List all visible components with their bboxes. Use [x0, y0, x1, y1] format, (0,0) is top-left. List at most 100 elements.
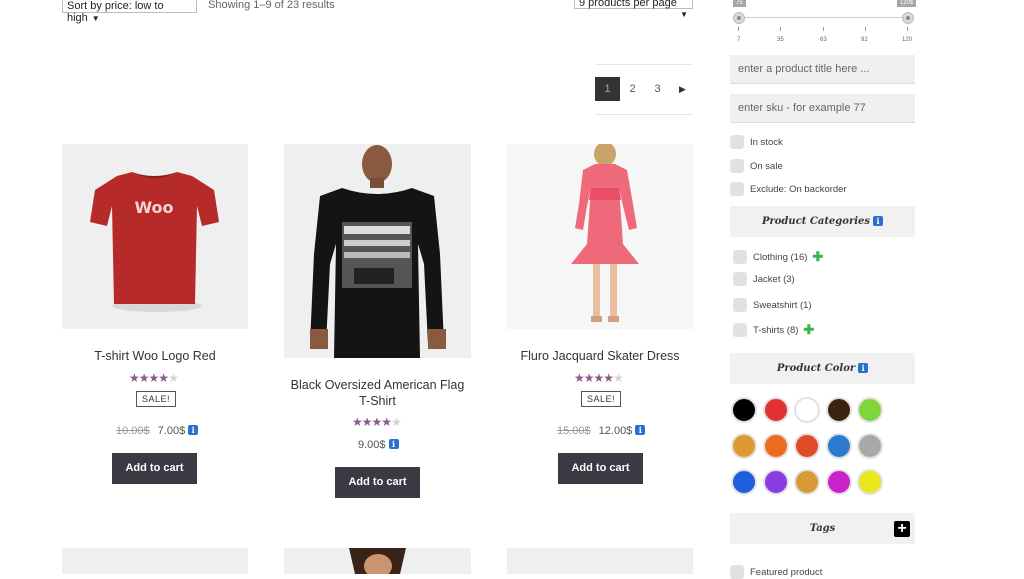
- per-page-select[interactable]: 9 products per page ▼: [574, 0, 693, 19]
- star-icon: ★: [138, 371, 150, 385]
- color-swatch[interactable]: [794, 433, 820, 459]
- next-page-icon[interactable]: ▶: [670, 77, 695, 101]
- pagination: 1 2 3 ▶: [595, 77, 695, 101]
- color-swatch[interactable]: [825, 469, 852, 495]
- star-icon: ★: [158, 371, 169, 385]
- add-to-cart-button[interactable]: Add to cart: [558, 453, 643, 484]
- info-icon[interactable]: i: [873, 216, 884, 226]
- product-image[interactable]: [507, 548, 693, 574]
- product-title[interactable]: T-shirt Woo Logo Red: [62, 348, 248, 364]
- product-image-tshirt-red[interactable]: Woo: [62, 144, 248, 329]
- sale-badge: SALE!: [136, 391, 177, 407]
- color-swatch[interactable]: [731, 469, 757, 495]
- color-swatch[interactable]: [794, 397, 820, 423]
- category-item-jacket[interactable]: Jacket (3): [733, 272, 795, 286]
- star-rating: ★★★★★: [129, 371, 179, 385]
- color-swatch[interactable]: [731, 433, 757, 459]
- filter-label: Exclude: On backorder: [750, 183, 847, 195]
- exclude-backorder-filter[interactable]: Exclude: On backorder: [730, 182, 847, 196]
- star-icon: ★: [129, 371, 140, 385]
- color-swatch[interactable]: [731, 397, 757, 423]
- product-image[interactable]: [284, 548, 471, 574]
- product-image[interactable]: [62, 548, 248, 574]
- color-swatch[interactable]: [762, 469, 789, 495]
- slider-min-label: 75: [733, 0, 746, 7]
- pagination-bottom-divider: [595, 114, 693, 115]
- current-price: 7.00$: [157, 425, 186, 437]
- filter-label: On sale: [750, 160, 783, 172]
- category-label: Jacket (3): [753, 273, 795, 285]
- color-swatch[interactable]: [762, 397, 789, 423]
- sku-search-input[interactable]: enter sku - for example 77: [730, 94, 915, 123]
- category-label: Sweatshirt (1): [753, 299, 812, 311]
- checkbox[interactable]: [733, 250, 747, 264]
- star-icon: ★: [352, 415, 363, 429]
- in-stock-filter[interactable]: In stock: [730, 135, 783, 149]
- product-image-skater-dress[interactable]: [507, 144, 693, 329]
- color-swatch[interactable]: [857, 469, 883, 495]
- price-slider-track[interactable]: [738, 17, 908, 18]
- checkbox[interactable]: [730, 159, 744, 173]
- slider-tick-label: 63: [820, 37, 827, 43]
- pink-dress-picture: [571, 144, 639, 322]
- slider-max-handle[interactable]: [902, 12, 914, 24]
- old-price: 15.00$: [557, 425, 591, 437]
- product-image-flag-tshirt[interactable]: [284, 144, 471, 358]
- product-categories-heading: Product Categories i: [730, 206, 915, 237]
- star-icon: ★: [593, 371, 605, 385]
- on-sale-filter[interactable]: On sale: [730, 159, 783, 173]
- page-1-link[interactable]: 1: [595, 77, 620, 101]
- star-icon: ★: [603, 371, 614, 385]
- old-price: 10.00$: [116, 425, 150, 437]
- color-swatch[interactable]: [857, 397, 883, 423]
- info-icon[interactable]: i: [858, 363, 869, 373]
- add-to-cart-button[interactable]: Add to cart: [112, 453, 197, 484]
- star-icon: ★: [583, 371, 595, 385]
- current-price: 12.00$: [598, 425, 633, 437]
- expand-plus-icon[interactable]: ✚: [812, 250, 823, 263]
- info-icon[interactable]: i: [635, 425, 646, 435]
- current-price: 9.00$: [358, 439, 386, 451]
- slider-tick: [865, 27, 866, 31]
- checkbox[interactable]: [730, 565, 744, 579]
- category-item-clothing[interactable]: Clothing (16) ✚: [733, 250, 823, 264]
- caret-down-icon: ▼: [91, 14, 100, 23]
- color-swatch[interactable]: [825, 397, 852, 423]
- add-to-cart-button[interactable]: Add to cart: [335, 467, 420, 498]
- product-title[interactable]: Fluro Jacquard Skater Dress: [507, 348, 693, 364]
- star-icon: ★: [574, 371, 585, 385]
- star-icon: ★: [381, 415, 392, 429]
- sort-select[interactable]: Sort by price: low to high ▼: [62, 0, 197, 24]
- checkbox[interactable]: [730, 135, 744, 149]
- star-icon: ★: [613, 371, 624, 385]
- product-title[interactable]: Black Oversized American Flag T-Shirt: [284, 377, 471, 409]
- product-price: 15.00$ 12.00$ i: [557, 425, 646, 437]
- color-swatch[interactable]: [762, 433, 789, 459]
- tag-item-featured[interactable]: Featured product: [730, 565, 822, 579]
- checkbox[interactable]: [733, 272, 747, 286]
- expand-plus-icon[interactable]: +: [894, 521, 910, 537]
- checkbox[interactable]: [730, 182, 744, 196]
- info-icon[interactable]: i: [388, 439, 399, 449]
- info-icon[interactable]: i: [188, 425, 199, 435]
- page-3-link[interactable]: 3: [645, 77, 670, 101]
- title-search-input[interactable]: enter a product title here ...: [730, 55, 915, 84]
- expand-plus-icon[interactable]: ✚: [803, 323, 814, 336]
- slider-tick-label: 7: [737, 37, 741, 43]
- slider-tick-label: 120: [902, 37, 913, 43]
- category-label: Clothing (16): [753, 251, 808, 263]
- filter-label: In stock: [750, 136, 783, 148]
- slider-min-handle[interactable]: [733, 12, 745, 24]
- page-2-link[interactable]: 2: [620, 77, 645, 101]
- slider-tick: [907, 27, 908, 31]
- color-swatch[interactable]: [857, 433, 883, 459]
- checkbox[interactable]: [733, 298, 747, 312]
- category-item-sweatshirt[interactable]: Sweatshirt (1): [733, 298, 812, 312]
- color-swatch[interactable]: [825, 433, 852, 459]
- sort-select-value: Sort by price: low to high: [67, 0, 164, 24]
- pagination-top-divider: [595, 64, 693, 65]
- category-item-tshirts[interactable]: T-shirts (8) ✚: [733, 323, 814, 337]
- checkbox[interactable]: [733, 323, 747, 337]
- caret-down-icon: ▼: [680, 10, 688, 19]
- color-swatch[interactable]: [794, 469, 820, 495]
